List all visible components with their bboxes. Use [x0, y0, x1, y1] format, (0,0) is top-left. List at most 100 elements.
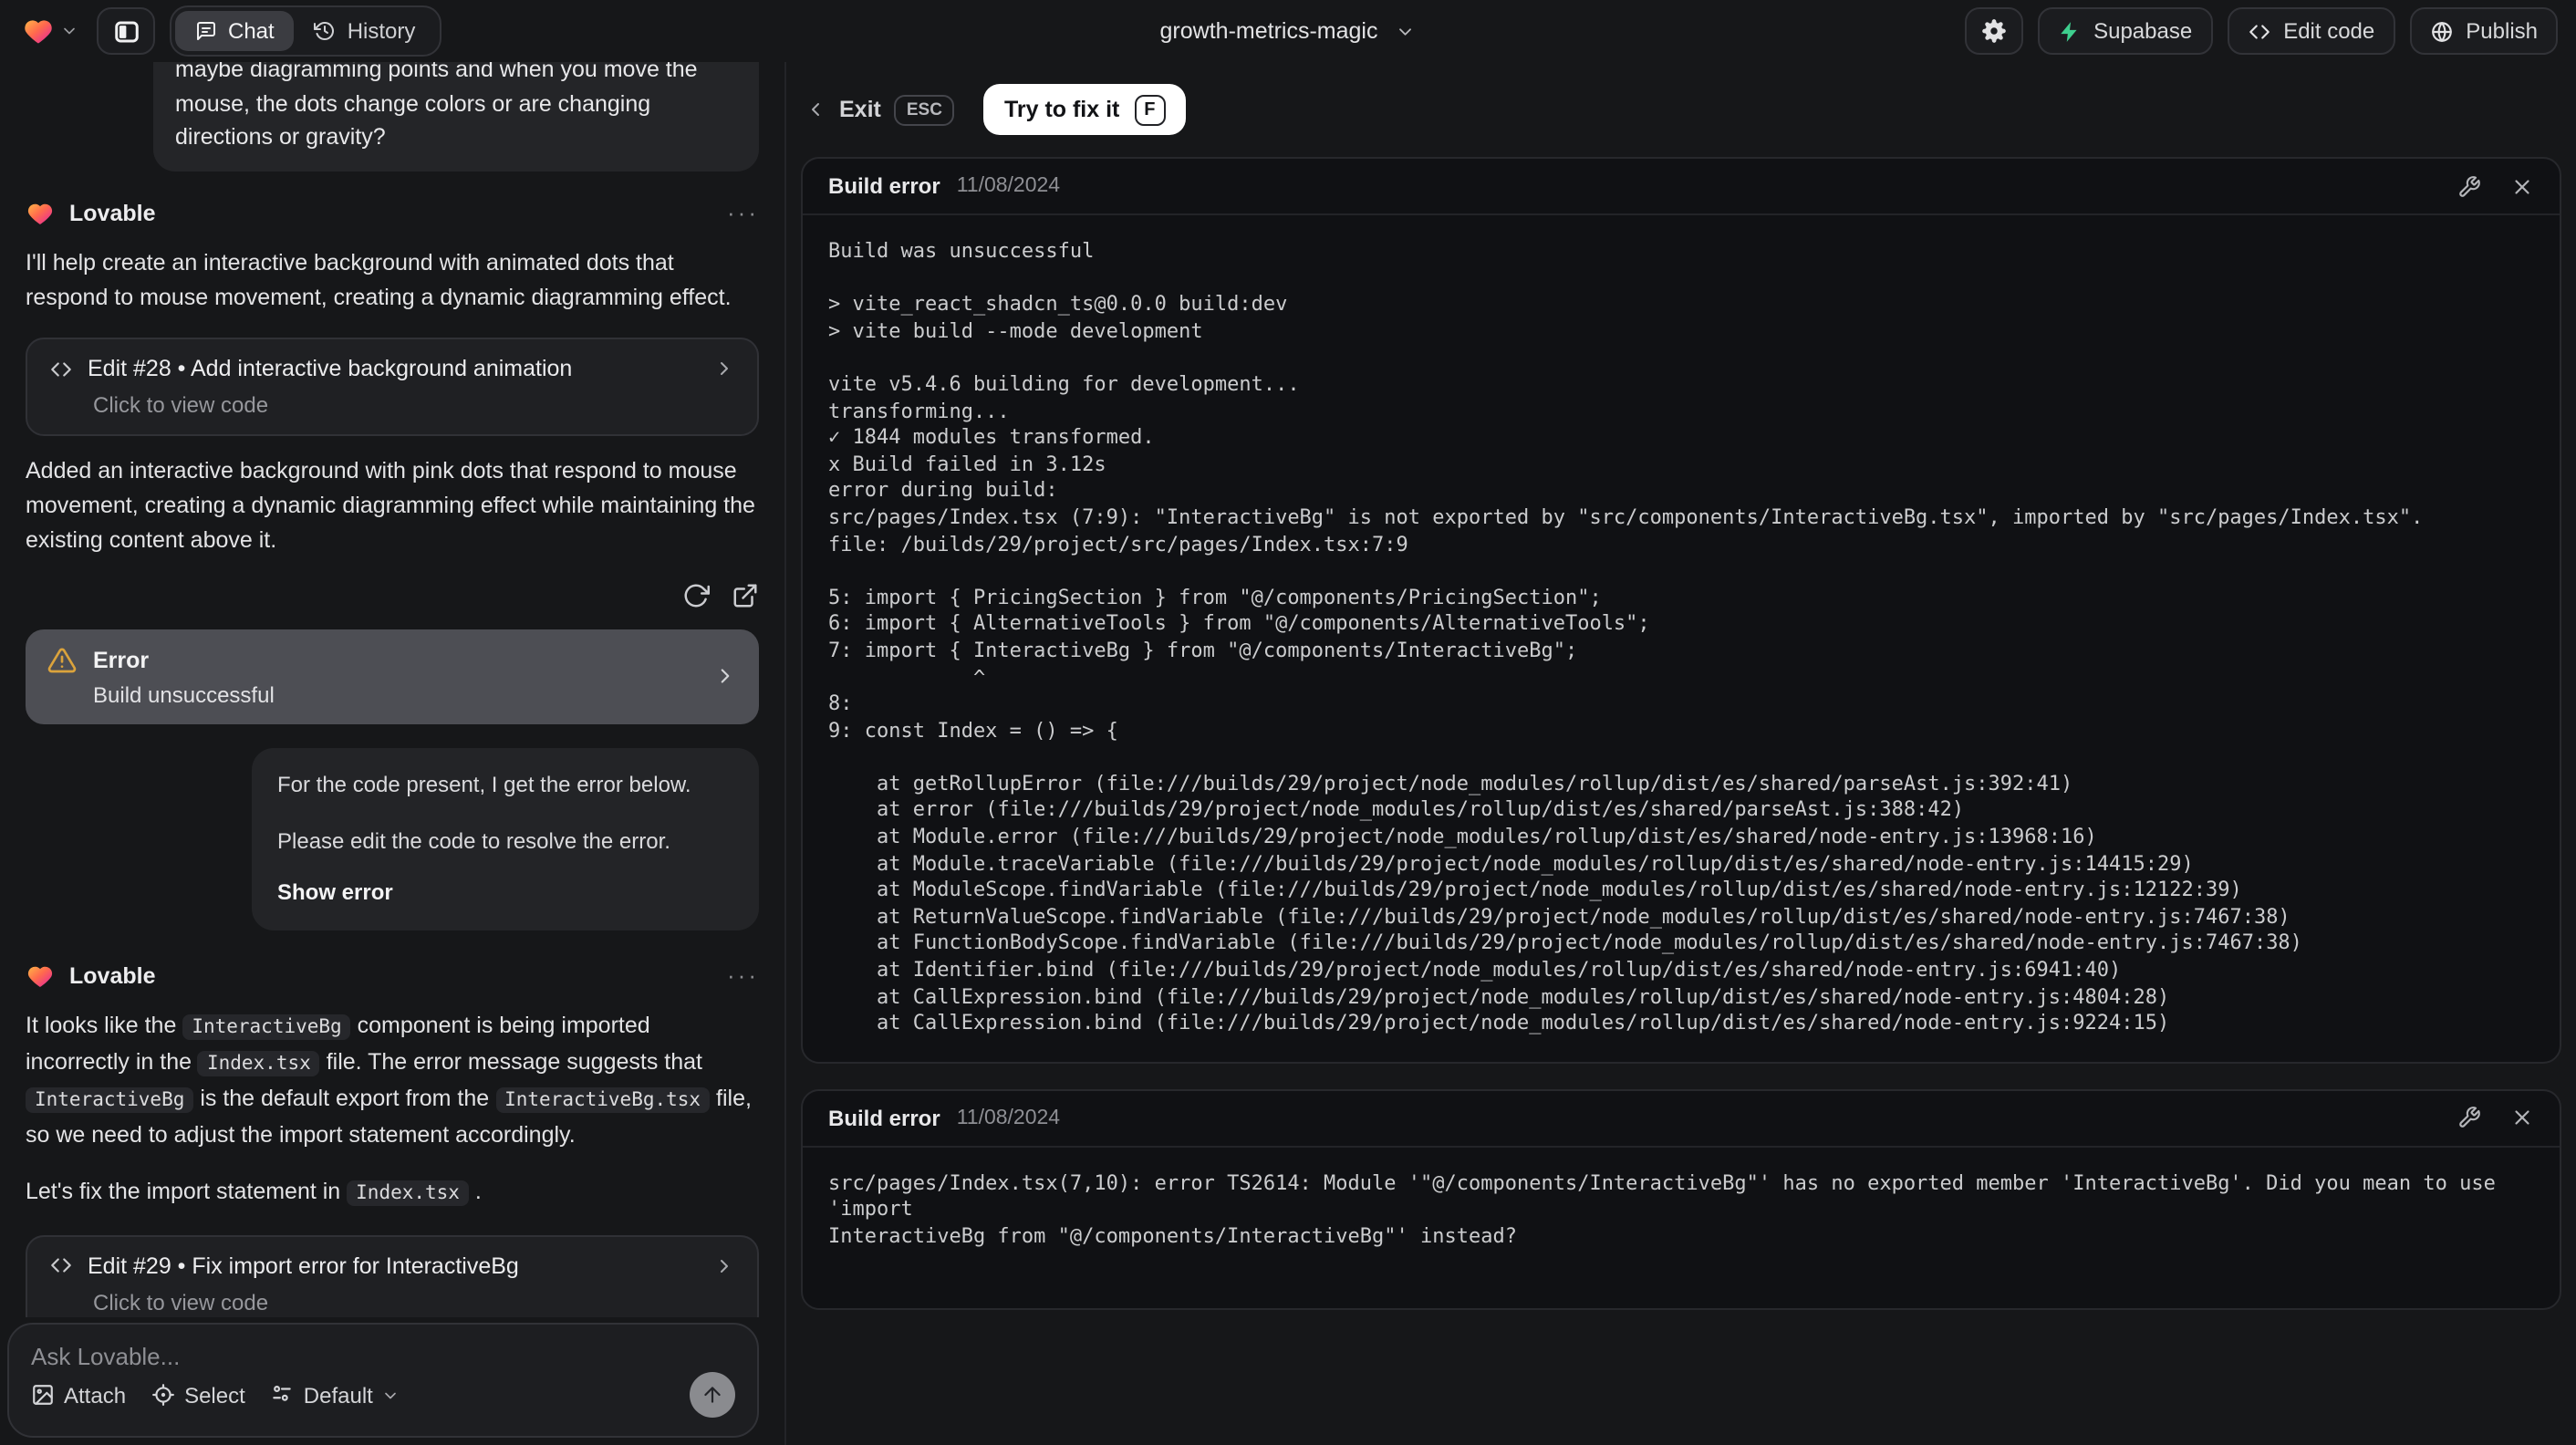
- assistant-message-header: Lovable ···: [26, 961, 759, 990]
- publish-label: Publish: [2466, 18, 2538, 44]
- select-label: Select: [184, 1382, 245, 1408]
- mode-label: Default: [303, 1382, 373, 1408]
- error-prompt-line2: Please edit the code to resolve the erro…: [277, 827, 670, 853]
- panel-title: Build error: [828, 173, 940, 199]
- edit-28-title: Edit #28 • Add interactive background an…: [88, 356, 573, 381]
- chevron-right-icon: [713, 1254, 735, 1276]
- build-error-panel-2-header: Build error 11/08/2024: [803, 1091, 2560, 1148]
- lovable-heart-icon: [22, 15, 55, 47]
- chevron-down-icon: [1396, 21, 1416, 41]
- assistant-name: Lovable: [69, 962, 156, 988]
- select-button[interactable]: Select: [151, 1382, 245, 1408]
- send-button[interactable]: [690, 1372, 735, 1418]
- history-icon: [314, 20, 337, 42]
- build-error-text: Error Build unsuccessful: [47, 645, 275, 707]
- restore-icon[interactable]: [682, 581, 710, 608]
- build-error-card[interactable]: Error Build unsuccessful: [26, 629, 759, 723]
- show-error-link[interactable]: Show error: [277, 877, 733, 908]
- main-split: maybe diagramming points and when you mo…: [0, 62, 2576, 1445]
- chat-input[interactable]: Ask Lovable...: [31, 1343, 735, 1370]
- lovable-logo-menu[interactable]: [18, 11, 82, 51]
- chevron-left-icon: [805, 99, 826, 120]
- preview-panel: Exit ESC Try to fix it F Build error 11/…: [784, 62, 2576, 1445]
- edit-29-title: Edit #29 • Fix import error for Interact…: [88, 1253, 519, 1278]
- assistant-paragraph: Added an interactive background with pin…: [26, 458, 755, 553]
- composer-actions: Attach Select Default: [31, 1372, 735, 1418]
- close-icon[interactable]: [2510, 174, 2534, 198]
- code-brackets-icon: [49, 357, 73, 380]
- error-card-subtitle: Build unsuccessful: [93, 681, 275, 707]
- edit-28-card[interactable]: Edit #28 • Add interactive background an…: [26, 338, 759, 436]
- topbar-left: Chat History: [18, 5, 441, 57]
- fix-wrench-icon[interactable]: [2457, 174, 2481, 198]
- message-more-button[interactable]: ···: [727, 200, 759, 224]
- lovable-heart-icon: [26, 198, 55, 227]
- mode-dropdown[interactable]: Default: [271, 1382, 400, 1408]
- edit-29-subtitle: Click to view code: [93, 1289, 269, 1315]
- tab-history-label: History: [347, 18, 416, 44]
- close-icon[interactable]: [2510, 1107, 2534, 1130]
- warning-triangle-icon: [47, 645, 77, 674]
- panel-date: 11/08/2024: [956, 175, 1061, 197]
- error-card-title: Error: [93, 647, 150, 672]
- build-error-log: Build was unsuccessful > vite_react_shad…: [828, 239, 2424, 1035]
- build-error-panel-1: Build error 11/08/2024 Build was unsucce…: [801, 157, 2561, 1064]
- assistant-message-header: Lovable ···: [26, 198, 759, 227]
- build-error-panel-2: Build error 11/08/2024 src/pages/Index.t…: [801, 1088, 2561, 1310]
- error-prompt-card: For the code present, I get the error be…: [252, 747, 759, 930]
- message-actions: [26, 581, 759, 608]
- supabase-label: Supabase: [2093, 18, 2193, 44]
- edit-29-title-row: Edit #29 • Fix import error for Interact…: [49, 1253, 735, 1278]
- chat-messages[interactable]: maybe diagramming points and when you mo…: [0, 62, 784, 1317]
- supabase-bolt-icon: [2057, 19, 2081, 43]
- edit-code-label: Edit code: [2283, 18, 2375, 44]
- edit-29-card[interactable]: Edit #29 • Fix import error for Interact…: [26, 1234, 759, 1317]
- f-key-badge: F: [1134, 94, 1166, 125]
- edit-code-button[interactable]: Edit code: [2227, 7, 2395, 55]
- exit-button[interactable]: Exit ESC: [805, 94, 955, 125]
- preview-toolbar: Exit ESC Try to fix it F: [805, 84, 2561, 135]
- try-to-fix-label: Try to fix it: [1003, 97, 1120, 122]
- chevron-down-icon: [382, 1386, 400, 1404]
- user-message-bubble: maybe diagramming points and when you mo…: [153, 62, 759, 171]
- esc-key-badge: ESC: [893, 94, 955, 125]
- tab-chat[interactable]: Chat: [175, 11, 295, 51]
- panel-title: Build error: [828, 1105, 940, 1131]
- attach-label: Attach: [64, 1382, 127, 1408]
- tab-history[interactable]: History: [295, 11, 436, 51]
- edit-28-subtitle: Click to view code: [93, 392, 269, 418]
- chevron-right-icon: [713, 664, 737, 688]
- lovable-heart-icon: [26, 961, 55, 990]
- topbar-right: Supabase Edit code Publish: [1964, 7, 2558, 55]
- build-error-panel-1-header: Build error 11/08/2024: [803, 159, 2560, 215]
- topbar: Chat History growth-metrics-magic Supaba…: [0, 0, 2576, 62]
- publish-button[interactable]: Publish: [2409, 7, 2558, 55]
- chat-bubble-icon: [195, 20, 217, 42]
- arrow-up-icon: [701, 1383, 724, 1407]
- chat-panel: maybe diagramming points and when you mo…: [0, 62, 784, 1445]
- sidebar-toggle-button[interactable]: [97, 7, 155, 55]
- error-prompt-line1: For the code present, I get the error be…: [277, 771, 691, 796]
- open-external-icon[interactable]: [732, 581, 759, 608]
- assistant-paragraph: It looks like the InteractiveBg componen…: [26, 1012, 752, 1147]
- attach-button[interactable]: Attach: [31, 1382, 126, 1408]
- chat-composer[interactable]: Ask Lovable... Attach Select Default: [7, 1323, 759, 1438]
- tab-chat-label: Chat: [228, 18, 275, 44]
- code-brackets-icon: [49, 1253, 73, 1277]
- message-more-button[interactable]: ···: [727, 962, 759, 986]
- supabase-button[interactable]: Supabase: [2037, 7, 2213, 55]
- chevron-down-icon: [60, 22, 78, 40]
- fix-wrench-icon[interactable]: [2457, 1107, 2481, 1130]
- settings-button[interactable]: [1964, 7, 2023, 55]
- assistant-paragraph: I'll help create an interactive backgrou…: [26, 249, 732, 309]
- chevron-right-icon: [713, 358, 735, 379]
- assistant-paragraph: Let's fix the import statement in Index.…: [26, 1179, 482, 1206]
- try-to-fix-button[interactable]: Try to fix it F: [983, 84, 1186, 135]
- lovable-app: Chat History growth-metrics-magic Supaba…: [0, 0, 2576, 1445]
- image-icon: [31, 1383, 55, 1407]
- code-brackets-icon: [2247, 19, 2270, 43]
- chat-history-tabs: Chat History: [170, 5, 441, 57]
- project-switcher[interactable]: growth-metrics-magic: [1160, 18, 1417, 44]
- assistant-name: Lovable: [69, 200, 156, 225]
- project-name: growth-metrics-magic: [1159, 18, 1378, 44]
